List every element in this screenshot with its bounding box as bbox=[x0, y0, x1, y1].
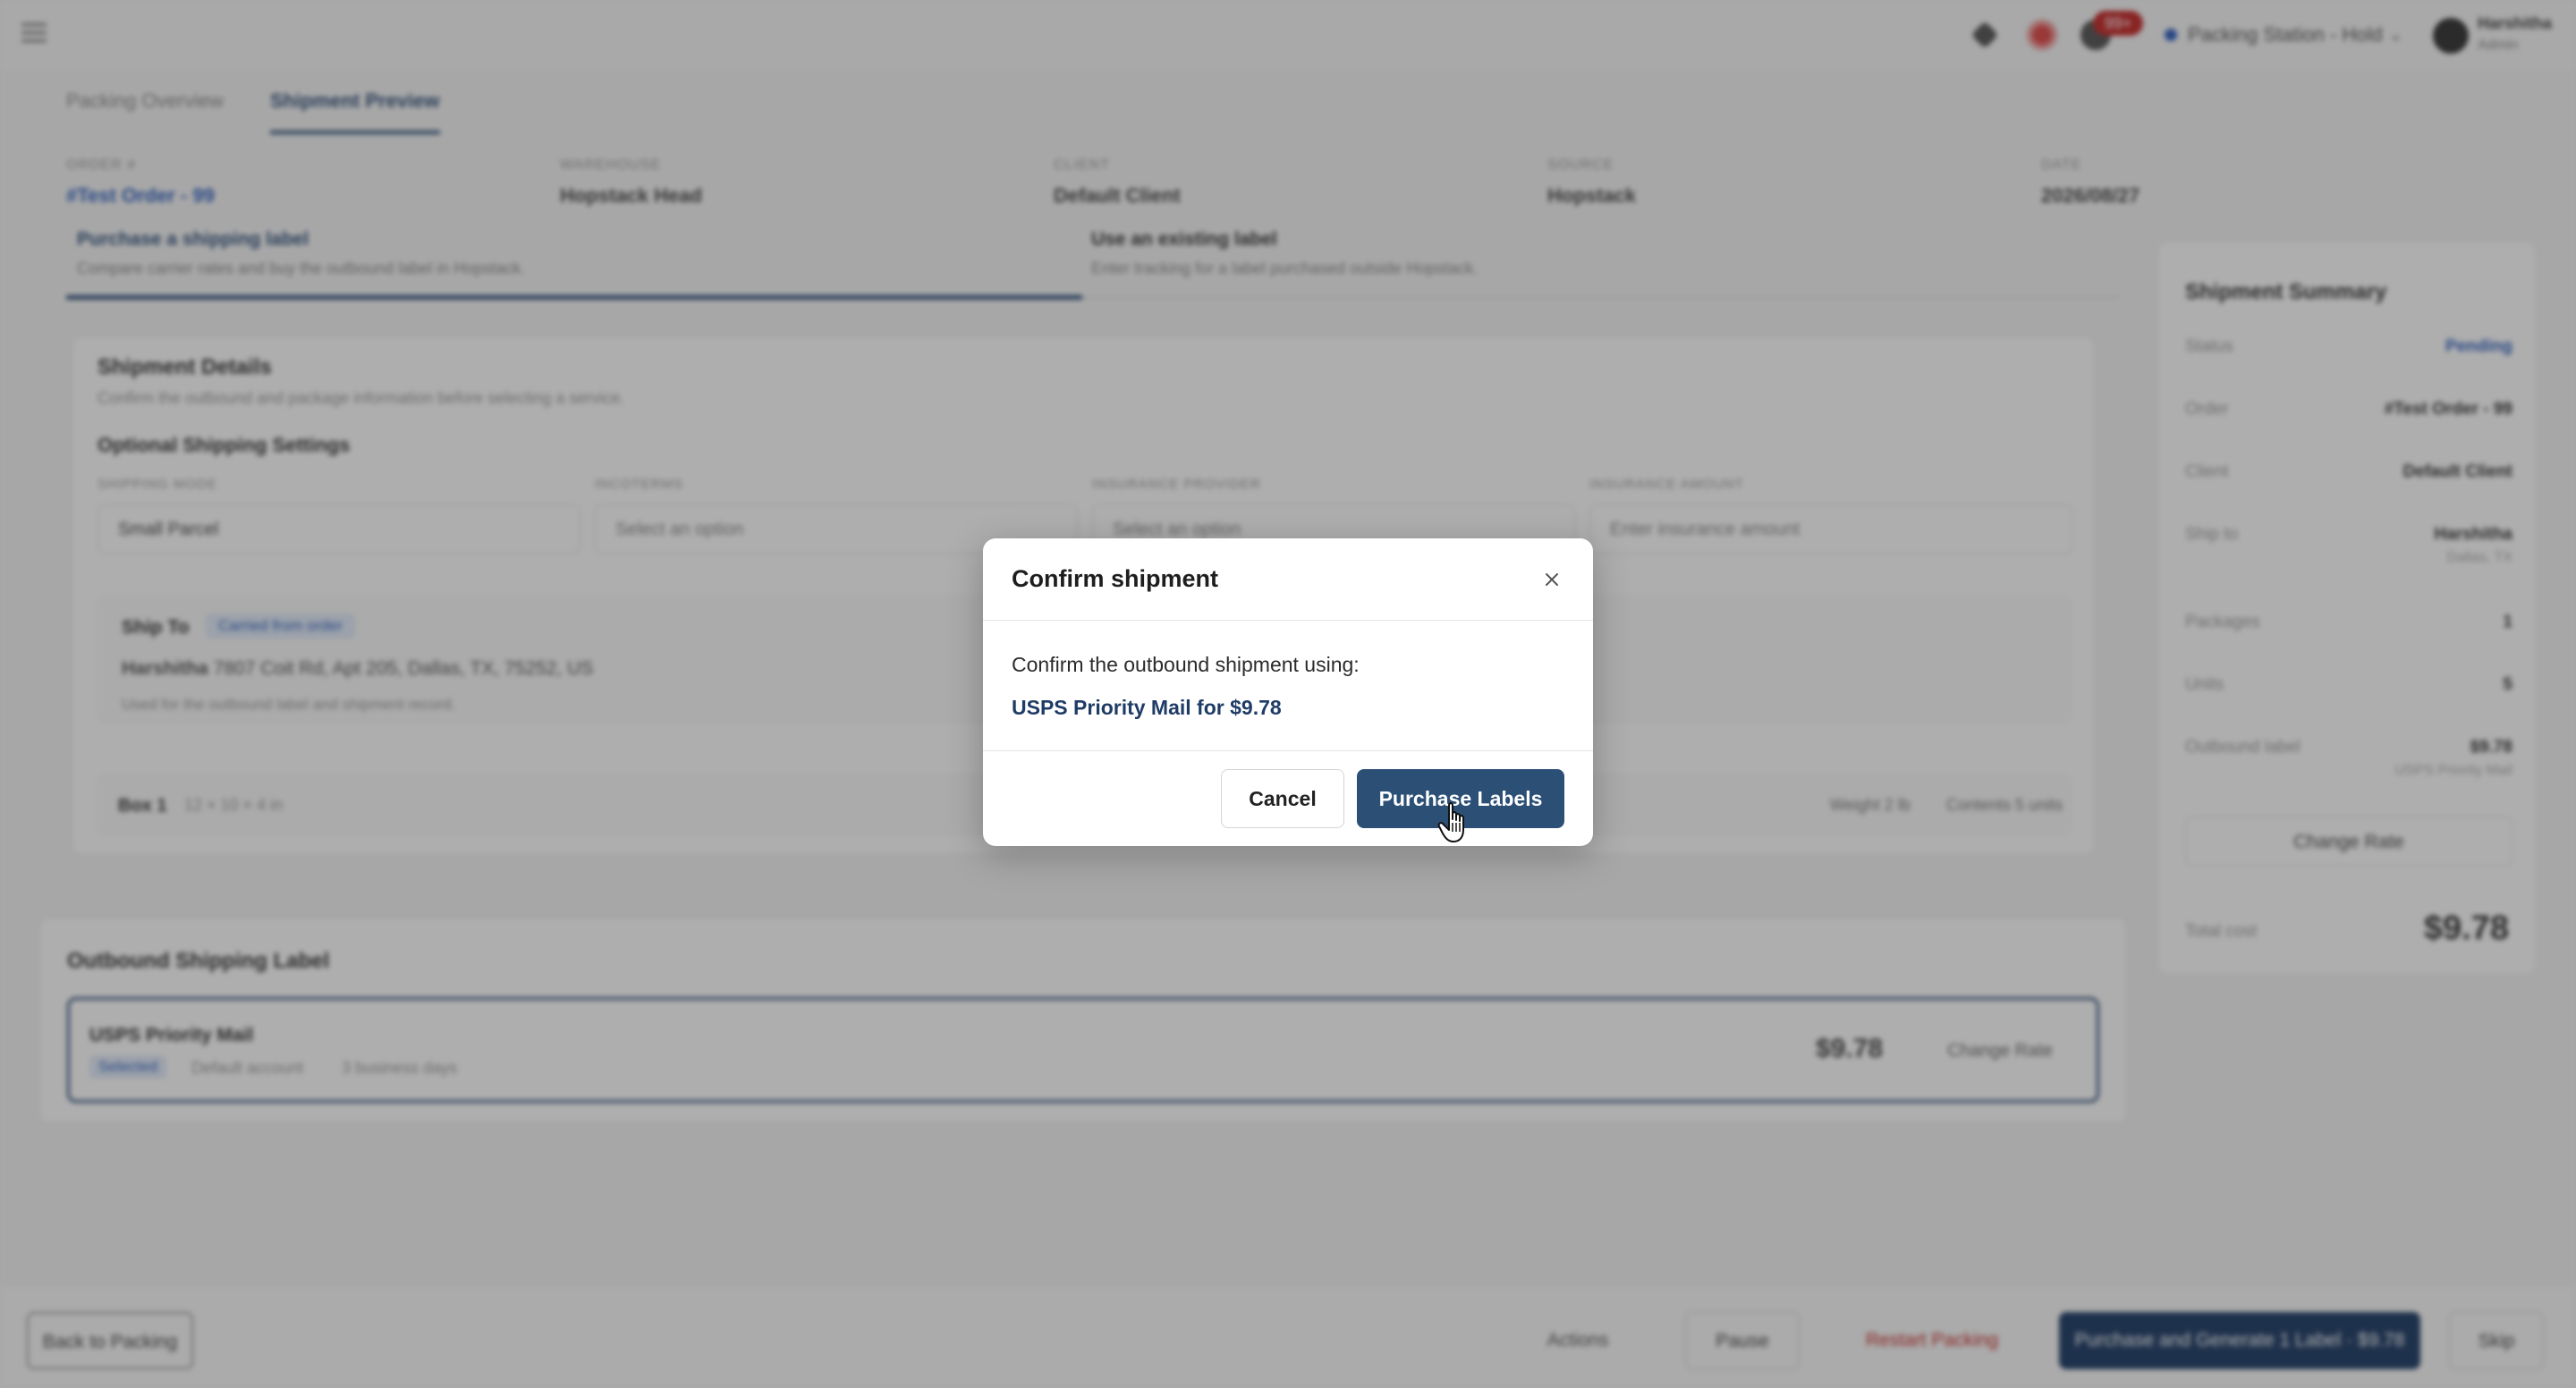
dialog-body: Confirm the outbound shipment using: USP… bbox=[983, 621, 1593, 751]
dialog-message: Confirm the outbound shipment using: bbox=[1012, 653, 1360, 676]
dialog-service-line: USPS Priority Mail for $9.78 bbox=[1012, 696, 1282, 719]
purchase-labels-button[interactable]: Purchase Labels bbox=[1357, 769, 1564, 828]
dialog-header: Confirm shipment bbox=[983, 538, 1593, 621]
cancel-button[interactable]: Cancel bbox=[1221, 769, 1344, 828]
dialog-title: Confirm shipment bbox=[1012, 565, 1219, 592]
confirm-shipment-dialog: Confirm shipment Confirm the outbound sh… bbox=[983, 538, 1593, 846]
close-icon[interactable] bbox=[1532, 560, 1572, 599]
